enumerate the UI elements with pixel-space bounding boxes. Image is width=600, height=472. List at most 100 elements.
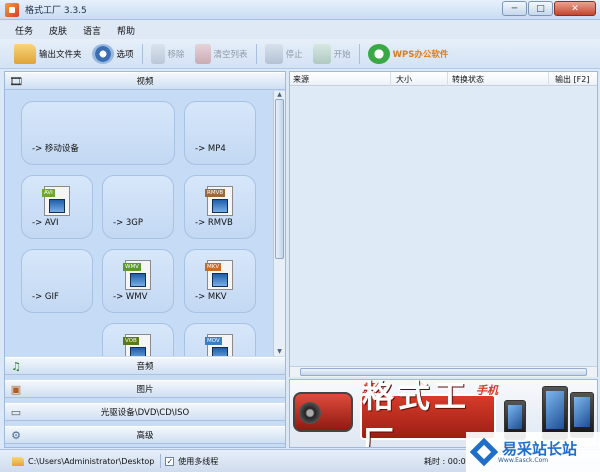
film-icon <box>212 199 228 213</box>
clear-list-icon <box>194 43 211 64</box>
close-button[interactable]: ✕ <box>554 1 596 16</box>
toolbar-divider <box>358 43 360 64</box>
start-button[interactable]: 开始 <box>312 42 351 66</box>
scrollbar-thumb[interactable] <box>300 368 587 376</box>
title-bar: 格式工厂 3.3.5 ─ □ ✕ <box>0 0 600 20</box>
column-divider <box>447 72 448 86</box>
vob-file-icon: VOB <box>123 334 151 356</box>
menu-skin[interactable]: 皮肤 <box>46 23 70 38</box>
clear-list-button[interactable]: 清空列表 <box>194 42 248 66</box>
column-source[interactable]: 来源 <box>293 74 309 85</box>
film-icon <box>130 273 146 287</box>
scrollbar-thumb[interactable] <box>275 99 284 259</box>
category-optical-header[interactable]: ▭ 光驱设备\DVD\CD\ISO <box>5 403 285 421</box>
output-folder-label: 输出文件夹 <box>39 49 82 60</box>
category-video-label: 视频 <box>136 77 154 87</box>
category-advanced-header[interactable]: ⚙ 高级 <box>5 426 285 444</box>
tile-gif[interactable]: -> GIF <box>21 249 93 313</box>
tile-wmv[interactable]: WMV -> WMV <box>102 249 174 313</box>
tile-rmvb[interactable]: RMVB -> RMVB <box>184 175 256 239</box>
start-label: 开始 <box>333 49 351 60</box>
tile-mobile-device[interactable]: -> 移动设备 <box>21 101 175 165</box>
film-icon <box>49 199 65 213</box>
output-path[interactable]: C:\Users\Administrator\Desktop <box>28 457 154 466</box>
wmv-badge: WMV <box>123 263 141 271</box>
column-output[interactable]: 输出 [F2] <box>555 74 589 85</box>
film-icon <box>130 347 146 356</box>
tile-label: -> 3GP <box>113 218 144 228</box>
column-size[interactable]: 大小 <box>396 74 412 85</box>
task-list-header: 来源 大小 转换状态 输出 [F2] <box>290 72 597 86</box>
tile-3gp[interactable]: -> 3GP <box>102 175 174 239</box>
wps-label: WPS办公软件 <box>392 49 449 60</box>
tile-avi[interactable]: AVI -> AVI <box>21 175 93 239</box>
wps-icon <box>367 43 390 64</box>
watermark-name: 易采站长站 <box>502 439 578 458</box>
site-watermark: 易采站长站 Www.Easck.Com <box>466 432 600 472</box>
video-grid-scrollbar[interactable]: ▲ ▼ <box>273 91 285 356</box>
menu-language[interactable]: 语言 <box>80 23 104 38</box>
tile-label: -> MP4 <box>195 144 226 154</box>
stop-button[interactable]: 停止 <box>264 42 303 66</box>
banner-tag-phone: 手机 <box>476 384 498 397</box>
tile-mkv[interactable]: MKV -> MKV <box>184 249 256 313</box>
tile-label: -> RMVB <box>195 218 233 228</box>
task-list-body[interactable] <box>290 87 597 367</box>
column-divider <box>548 72 549 86</box>
elapsed-time: 耗时 : 00:0 <box>424 457 466 466</box>
task-list-panel: 来源 大小 转换状态 输出 [F2] <box>289 71 598 377</box>
column-status[interactable]: 转换状态 <box>452 74 484 85</box>
category-audio-label: 音频 <box>136 362 154 372</box>
app-icon <box>5 2 19 17</box>
stop-icon <box>264 43 283 64</box>
window-controls: ─ □ ✕ <box>502 1 596 16</box>
tile-mov[interactable]: MOV <box>184 323 256 356</box>
tile-mp4[interactable]: -> MP4 <box>184 101 256 165</box>
tile-label: -> AVI <box>32 218 59 228</box>
mov-file-icon: MOV <box>205 334 233 356</box>
avi-badge: AVI <box>42 189 55 197</box>
watermark-logo-icon <box>469 437 499 467</box>
column-divider <box>390 72 391 86</box>
category-image-label: 图片 <box>136 385 154 395</box>
watermark-text: 易采站长站 Www.Easck.Com <box>498 441 577 464</box>
output-folder-button[interactable]: 输出文件夹 <box>14 42 82 66</box>
wps-office-button[interactable]: WPS办公软件 <box>367 42 449 66</box>
folder-icon <box>14 43 36 64</box>
toolbar-divider <box>141 43 143 64</box>
remove-button[interactable]: 移除 <box>150 42 185 66</box>
avi-file-icon: AVI <box>42 186 70 216</box>
document-remove-icon <box>150 43 165 64</box>
clear-list-label: 清空列表 <box>213 49 248 60</box>
menu-bar: 任务 皮肤 语言 帮助 <box>0 21 600 39</box>
tile-label: -> MKV <box>195 292 227 302</box>
maximize-button[interactable]: □ <box>528 1 553 16</box>
minimize-button[interactable]: ─ <box>502 1 527 16</box>
category-image-header[interactable]: ▣ 图片 <box>5 380 285 398</box>
camcorder-icon <box>293 392 353 432</box>
start-icon <box>312 43 331 64</box>
menu-task[interactable]: 任务 <box>12 23 36 38</box>
scroll-up-icon[interactable]: ▲ <box>274 91 285 99</box>
task-list-hscrollbar[interactable] <box>290 366 597 377</box>
status-divider <box>160 454 162 468</box>
film-icon <box>212 273 228 287</box>
options-button[interactable]: 选项 <box>91 42 134 66</box>
tile-label: -> 移动设备 <box>32 144 79 154</box>
scroll-down-icon[interactable]: ▼ <box>274 348 285 356</box>
category-video-header[interactable]: 🎞 视频 <box>5 72 285 90</box>
category-advanced-label: 高级 <box>136 431 154 441</box>
tile-label: -> GIF <box>32 292 59 302</box>
category-panel: 🎞 视频 -> 移动设备 -> MP4 AVI -> AVI -> 3GP RM… <box>4 71 286 448</box>
folder-icon[interactable] <box>12 456 24 466</box>
tile-vob[interactable]: VOB <box>102 323 174 356</box>
toolbar: 输出文件夹 选项 移除 清空列表 停止 开始 WPS办公软件 <box>0 39 600 69</box>
rmvb-file-icon: RMVB <box>205 186 233 216</box>
menu-help[interactable]: 帮助 <box>114 23 138 38</box>
wmv-file-icon: WMV <box>123 260 151 290</box>
multithread-checkbox[interactable]: ✓ <box>165 456 175 466</box>
category-audio-header[interactable]: ♫ 音频 <box>5 357 285 375</box>
gear-icon <box>91 43 114 64</box>
mkv-file-icon: MKV <box>205 260 233 290</box>
options-label: 选项 <box>116 49 134 60</box>
